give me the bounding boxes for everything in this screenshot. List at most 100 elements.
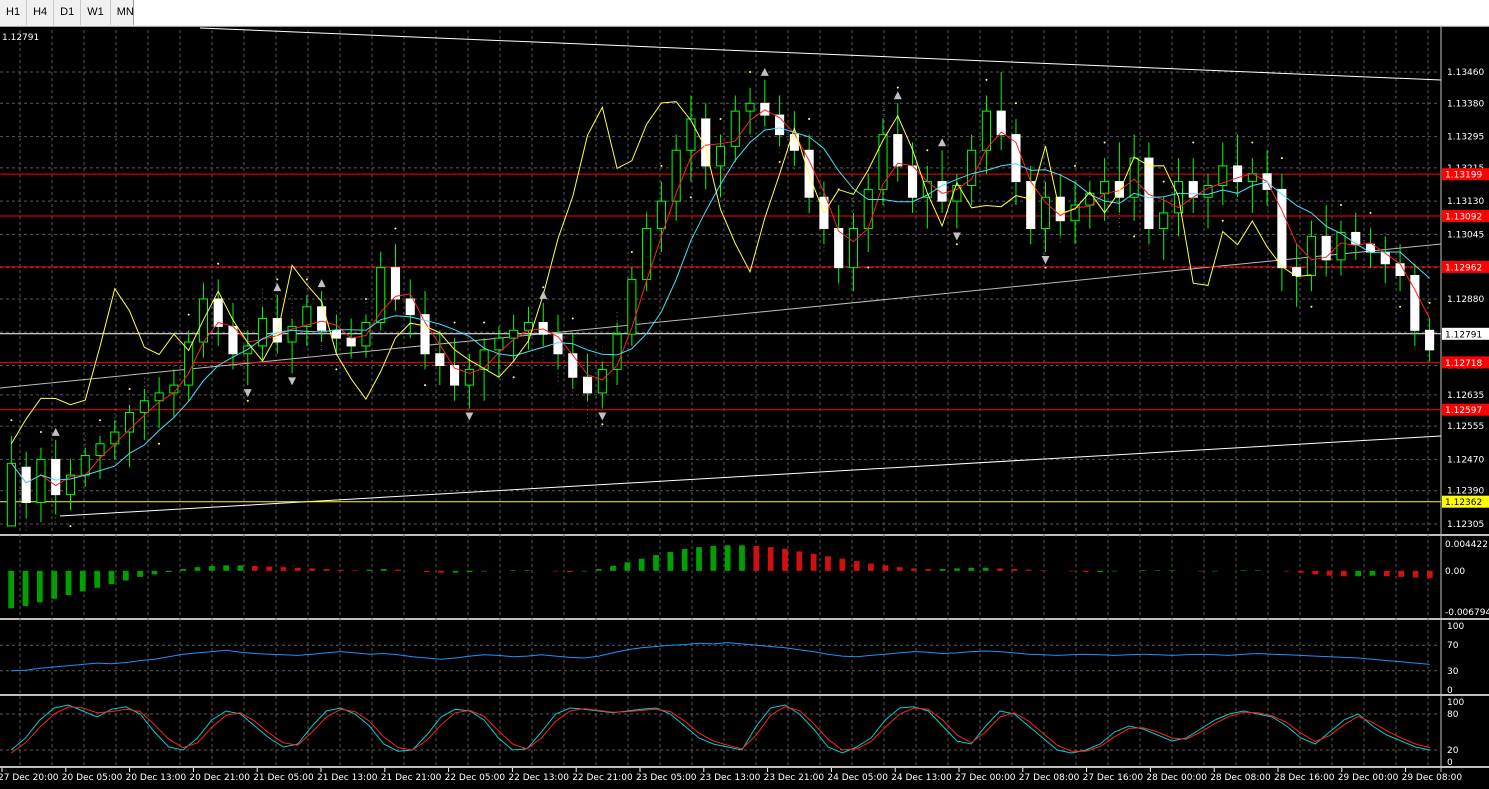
sar-dot <box>246 399 249 402</box>
fractal-down-arrow <box>1041 256 1050 265</box>
tab-h4[interactable]: H4 <box>27 0 55 25</box>
candle-body <box>376 267 386 323</box>
sar-dot <box>542 286 545 289</box>
sar-dot <box>719 117 722 120</box>
sar-dot <box>955 243 958 246</box>
sar-dot <box>926 149 929 152</box>
sar-dot <box>364 297 367 300</box>
time-tick-label: 23 Dec 13:00 <box>700 773 761 783</box>
sar-dot <box>158 442 161 445</box>
candle-body <box>597 368 607 394</box>
candle-body <box>95 443 105 457</box>
current-price-readout: 1.12791 <box>2 33 39 43</box>
candle-body <box>346 337 356 347</box>
candle-body <box>302 306 312 327</box>
candle-body <box>981 110 991 151</box>
candle-body <box>464 368 474 386</box>
sar-dot <box>424 384 427 387</box>
tab-w1[interactable]: W1 <box>81 0 111 25</box>
stochastic-tick-label: 20 <box>1447 746 1459 756</box>
fractal-up-arrow <box>317 279 326 288</box>
sar-dot <box>660 164 663 167</box>
sar-dot <box>1310 305 1313 308</box>
stochastic-tick-label: 100 <box>1447 698 1464 708</box>
sar-dot <box>896 86 899 89</box>
candle-body <box>1425 329 1435 351</box>
time-tick-label: 27 Dec 20:00 <box>0 773 59 783</box>
candle-body <box>1321 235 1331 261</box>
price-level-label: 1.12362 <box>1445 498 1482 508</box>
candle-body <box>715 145 726 167</box>
candle-body <box>257 318 268 347</box>
stochastic-line <box>10 704 1430 754</box>
candle-body <box>745 102 755 112</box>
sar-dot <box>483 321 486 324</box>
time-tick-label: 28 Dec 16:00 <box>1274 773 1335 783</box>
time-tick-label: 21 Dec 13:00 <box>317 773 378 783</box>
sar-dot <box>99 419 102 422</box>
sar-dot <box>778 161 781 164</box>
tab-h1[interactable]: H1 <box>0 0 28 25</box>
fractal-up-arrow <box>539 290 548 299</box>
time-tick-label: 28 Dec 08:00 <box>1210 773 1271 783</box>
rsi-tick-label: 30 <box>1447 667 1459 677</box>
time-tick-label: 29 Dec 00:00 <box>1338 773 1399 783</box>
time-tick-label: 20 Dec 13:00 <box>126 773 187 783</box>
time-tick-label: 22 Dec 13:00 <box>508 773 569 783</box>
lagging-span-yellow <box>10 101 1312 445</box>
trading-chart[interactable]: 1.134601.133801.132951.132151.131301.130… <box>0 26 1489 789</box>
candle-body <box>110 431 120 445</box>
price-level-label: 1.12597 <box>1445 406 1482 416</box>
candle-body <box>184 341 194 386</box>
candle-body <box>1159 212 1169 230</box>
candle-body <box>967 149 977 186</box>
candle-body <box>435 353 445 367</box>
chart-grid <box>0 26 1489 772</box>
candle-body <box>863 188 873 230</box>
price-level-label: 1.13092 <box>1445 213 1482 223</box>
candle-body <box>568 353 578 378</box>
rsi-line <box>11 642 1430 672</box>
sar-dot <box>10 419 13 422</box>
candle-body <box>538 321 548 335</box>
price-tick-label: 1.13295 <box>1447 133 1484 143</box>
candle-body <box>51 458 61 496</box>
fractal-down-arrow <box>465 412 474 421</box>
sar-dot <box>305 278 308 281</box>
fractal-up-arrow <box>273 283 282 292</box>
candle-body <box>390 267 401 300</box>
candle-body <box>656 200 666 230</box>
candle-body <box>627 278 637 335</box>
candle-body <box>996 110 1006 136</box>
fractal-down-arrow <box>288 377 297 386</box>
sar-dot <box>394 227 397 230</box>
time-tick-label: 27 Dec 16:00 <box>1083 773 1144 783</box>
fractal-up-arrow <box>938 138 947 147</box>
tab-d1[interactable]: D1 <box>54 0 82 25</box>
candle-body <box>494 337 504 351</box>
toolbar-empty-area <box>133 0 1489 25</box>
time-tick-label: 22 Dec 21:00 <box>572 773 633 783</box>
candle-body <box>760 102 770 116</box>
price-tick-label: 1.12880 <box>1447 295 1484 305</box>
sar-dot <box>1192 141 1195 144</box>
candle-body <box>154 392 164 402</box>
candle-body <box>1011 134 1021 183</box>
time-tick-label: 24 Dec 05:00 <box>827 773 888 783</box>
histogram-tick-label: 0.004422 <box>1445 540 1488 550</box>
sar-dot <box>512 376 515 379</box>
time-tick-label: 20 Dec 21:00 <box>189 773 250 783</box>
sar-dot <box>1221 219 1224 222</box>
price-tick-label: 1.12635 <box>1447 391 1484 401</box>
candle-body <box>523 321 534 331</box>
sar-dot <box>571 317 574 320</box>
candle-body <box>1144 157 1154 230</box>
candle-body <box>1277 188 1287 269</box>
price-level-label: 1.12718 <box>1445 359 1482 369</box>
sar-dot <box>689 196 692 199</box>
sar-dot <box>1014 102 1017 105</box>
histogram-tick-label: 0.00 <box>1445 567 1465 577</box>
candle-body <box>848 228 859 269</box>
time-tick-label: 20 Dec 05:00 <box>62 773 123 783</box>
sar-dot <box>1399 305 1402 308</box>
